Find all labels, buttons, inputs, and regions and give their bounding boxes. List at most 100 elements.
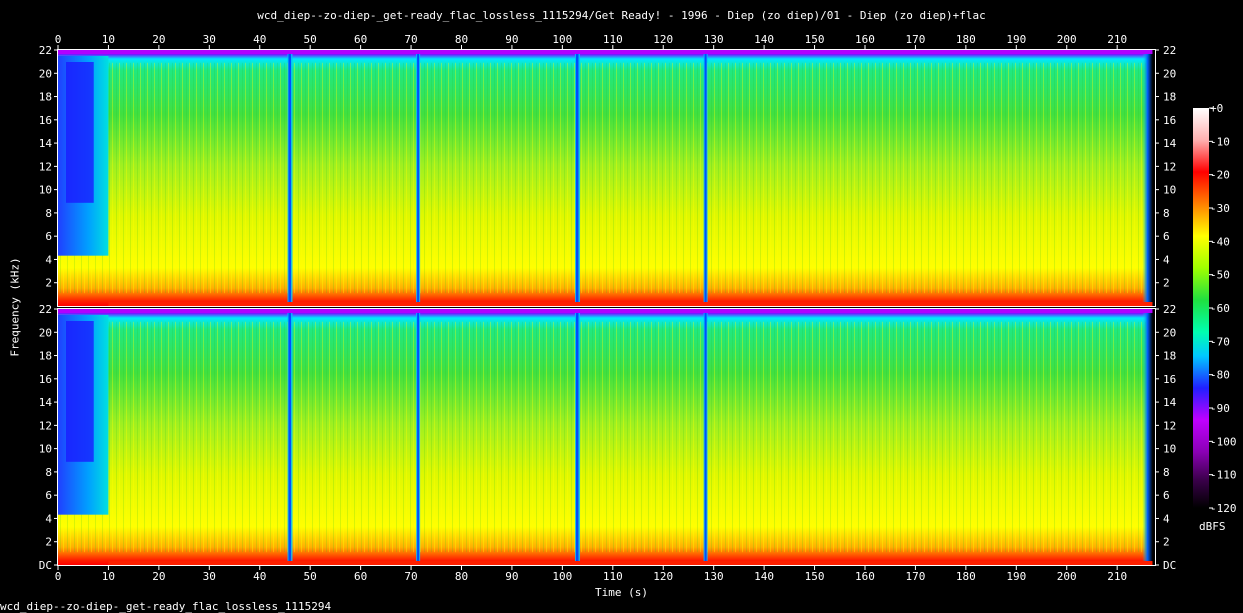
- x-tick-label: 60: [354, 570, 367, 583]
- colorbar-tick-label: +0: [1210, 102, 1223, 115]
- x-axis-label: Time (s): [595, 586, 648, 599]
- y-tick-label: 6: [45, 489, 52, 502]
- x-tick-label: 10: [102, 570, 115, 583]
- segment-dip-core: [704, 309, 707, 565]
- high-frequency-rolloff: [58, 309, 1153, 313]
- segment-intro-core: [66, 62, 94, 203]
- y-axis-label: Frequency (kHz): [8, 257, 22, 357]
- colorbar-tick-label: -40: [1210, 235, 1230, 248]
- x-tick-label: 150: [805, 570, 825, 583]
- high-frequency-rolloff: [58, 50, 1153, 54]
- x-tick-label: 110: [603, 33, 623, 46]
- segment-dip-core: [288, 309, 292, 565]
- x-tick-label: 170: [905, 33, 925, 46]
- colorbar-tick-label: -50: [1210, 269, 1230, 282]
- colorbar-tick-label: -20: [1210, 169, 1230, 182]
- x-tick-label: 60: [354, 33, 367, 46]
- silence-after-end: [1152, 309, 1155, 565]
- y-tick-label: 10: [1163, 184, 1176, 197]
- x-tick-label: 130: [704, 33, 724, 46]
- segment-dip-core: [417, 50, 420, 306]
- segment-fade: [1142, 309, 1153, 565]
- colorbar-tick-label: -10: [1210, 135, 1230, 148]
- y-tick-label: 12: [1163, 419, 1176, 432]
- x-tick-label: 40: [253, 33, 266, 46]
- y-tick-label: 8: [45, 466, 52, 479]
- y-tick-label: 16: [39, 373, 52, 386]
- y-tick-label: 20: [39, 67, 52, 80]
- x-tick-label: 20: [152, 33, 165, 46]
- colorbar-tick-label: -70: [1210, 335, 1230, 348]
- y-tick-label: 10: [39, 184, 52, 197]
- y-tick-label: 4: [45, 253, 52, 266]
- y-tick-label: 6: [45, 230, 52, 243]
- y-tick-label: 6: [1163, 230, 1170, 243]
- y-tick-label: DC: [39, 559, 52, 572]
- y-tick-label: 16: [39, 114, 52, 127]
- x-tick-label: 10: [102, 33, 115, 46]
- y-tick-label: 20: [1163, 326, 1176, 339]
- colorbar-tick-label: -100: [1210, 435, 1237, 448]
- colorbar-tick-label: -90: [1210, 402, 1230, 415]
- segment-fade: [1142, 50, 1153, 306]
- x-tick-label: 70: [404, 33, 417, 46]
- y-tick-label: 4: [1163, 253, 1170, 266]
- y-tick-label: 2: [45, 277, 52, 290]
- y-tick-label: 20: [39, 326, 52, 339]
- y-tick-label: 12: [39, 160, 52, 173]
- x-tick-label: 200: [1057, 33, 1077, 46]
- y-tick-label: 2: [1163, 277, 1170, 290]
- colorbar: [1193, 108, 1209, 508]
- x-tick-label: 0: [55, 570, 62, 583]
- source-label: wcd_diep--zo-diep-_get-ready_flac_lossle…: [0, 600, 332, 613]
- segment-dip-core: [704, 50, 707, 306]
- x-tick-label: 180: [956, 33, 976, 46]
- colorbar-label: dBFS: [1199, 520, 1226, 533]
- y-tick-label: 20: [1163, 67, 1176, 80]
- y-tick-label: 8: [1163, 466, 1170, 479]
- x-tick-label: 140: [754, 33, 774, 46]
- y-tick-label: 18: [1163, 91, 1176, 104]
- y-tick-label: 2: [1163, 536, 1170, 549]
- y-tick-label: 14: [39, 137, 53, 150]
- y-tick-label: 10: [39, 443, 52, 456]
- x-tick-label: 90: [505, 33, 518, 46]
- y-tick-label: 8: [45, 207, 52, 220]
- channel-2-spectrogram: [58, 309, 1155, 565]
- segment-intro-core: [66, 321, 94, 462]
- y-tick-label: 18: [39, 350, 52, 363]
- segment-dip-core: [575, 50, 579, 306]
- x-tick-label: 180: [956, 570, 976, 583]
- x-tick-label: 210: [1107, 33, 1127, 46]
- colorbar-tick-label: -30: [1210, 202, 1230, 215]
- colorbar-tick-label: -60: [1210, 302, 1230, 315]
- y-tick-label: 12: [39, 419, 52, 432]
- y-tick-label: 14: [1163, 137, 1177, 150]
- colorbar-tick-label: -110: [1210, 469, 1237, 482]
- x-tick-label: 150: [805, 33, 825, 46]
- y-tick-label: 12: [1163, 160, 1176, 173]
- x-tick-label: 200: [1057, 570, 1077, 583]
- silence-after-end: [1152, 50, 1155, 306]
- x-tick-label: 140: [754, 570, 774, 583]
- x-tick-label: 0: [55, 33, 62, 46]
- low-frequency-band: [108, 302, 1153, 306]
- segment-dip-core: [575, 309, 579, 565]
- x-tick-label: 210: [1107, 570, 1127, 583]
- y-tick-label: DC: [1163, 559, 1176, 572]
- colorbar-tick-label: -120: [1210, 502, 1237, 515]
- x-tick-label: 80: [455, 33, 468, 46]
- segment-dip-core: [417, 309, 420, 565]
- x-tick-label: 70: [404, 570, 417, 583]
- y-tick-label: 6: [1163, 489, 1170, 502]
- x-tick-label: 100: [552, 570, 572, 583]
- y-tick-label: 4: [45, 512, 52, 525]
- spectrum-texture: [58, 62, 1153, 294]
- y-tick-label: 8: [1163, 207, 1170, 220]
- spectrum-texture: [58, 321, 1153, 553]
- y-tick-label: 14: [1163, 396, 1177, 409]
- colorbar-ticks: +0 -10 -20 -30 -40 -50 -60 -70 -80 -90 -100 -110 -12…: [1209, 102, 1237, 515]
- y-tick-label: 4: [1163, 512, 1170, 525]
- x-tick-label: 120: [653, 33, 673, 46]
- y-tick-label: 10: [1163, 443, 1176, 456]
